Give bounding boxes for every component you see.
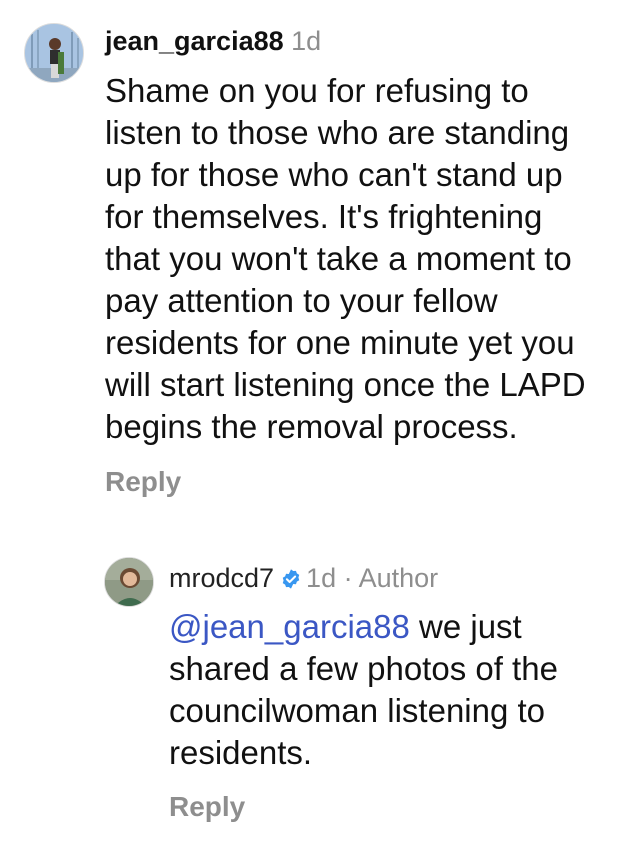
comment-time: 1d xyxy=(306,563,337,593)
comment-text: Shame on you for refusing to listen to t… xyxy=(105,70,635,448)
avatar[interactable] xyxy=(24,23,84,83)
comment-time: 1d xyxy=(291,26,322,56)
comment-text-line: residents for one minute yet you xyxy=(105,324,575,361)
comment-text-line: shared a few photos of the xyxy=(169,650,558,687)
avatar-photo xyxy=(25,24,83,82)
comment-text-line: pay attention to your fellow xyxy=(105,282,498,319)
comment-text-line: will start listening once the LAPD xyxy=(105,366,586,403)
comment-text-fragment: we just xyxy=(409,608,522,645)
reply-button[interactable]: Reply xyxy=(169,790,245,824)
comment-header: mrodcd7 1d · Author xyxy=(169,562,438,597)
comment-text-line: up for those who can't stand up xyxy=(105,156,563,193)
comment-text-line: councilwoman listening to xyxy=(169,692,546,729)
avatar[interactable] xyxy=(104,557,154,607)
verified-badge-icon xyxy=(280,565,302,597)
mention-link[interactable]: @jean_garcia88 xyxy=(169,608,410,645)
comment-text-line: listen to those who are standing xyxy=(105,114,570,151)
comment-text-line: @jean_garcia88 we just xyxy=(169,606,629,648)
avatar-photo xyxy=(105,558,153,606)
comment-text-line: that you won't take a moment to xyxy=(105,240,572,277)
author-label: Author xyxy=(358,563,439,593)
comment-text-line: residents. xyxy=(169,734,313,771)
username[interactable]: mrodcd7 xyxy=(169,563,274,593)
username[interactable]: jean_garcia88 xyxy=(105,26,284,56)
comment-text-line: begins the removal process. xyxy=(105,408,518,445)
comment-text-line: for themselves. It's frightening xyxy=(105,198,543,235)
meta-separator: · xyxy=(343,563,353,593)
comment-text: @jean_garcia88 we just shared a few phot… xyxy=(169,606,629,774)
reply-button[interactable]: Reply xyxy=(105,465,181,499)
comment-header: jean_garcia88 1d xyxy=(105,25,321,57)
comment-text-line: Shame on you for refusing to xyxy=(105,72,529,109)
